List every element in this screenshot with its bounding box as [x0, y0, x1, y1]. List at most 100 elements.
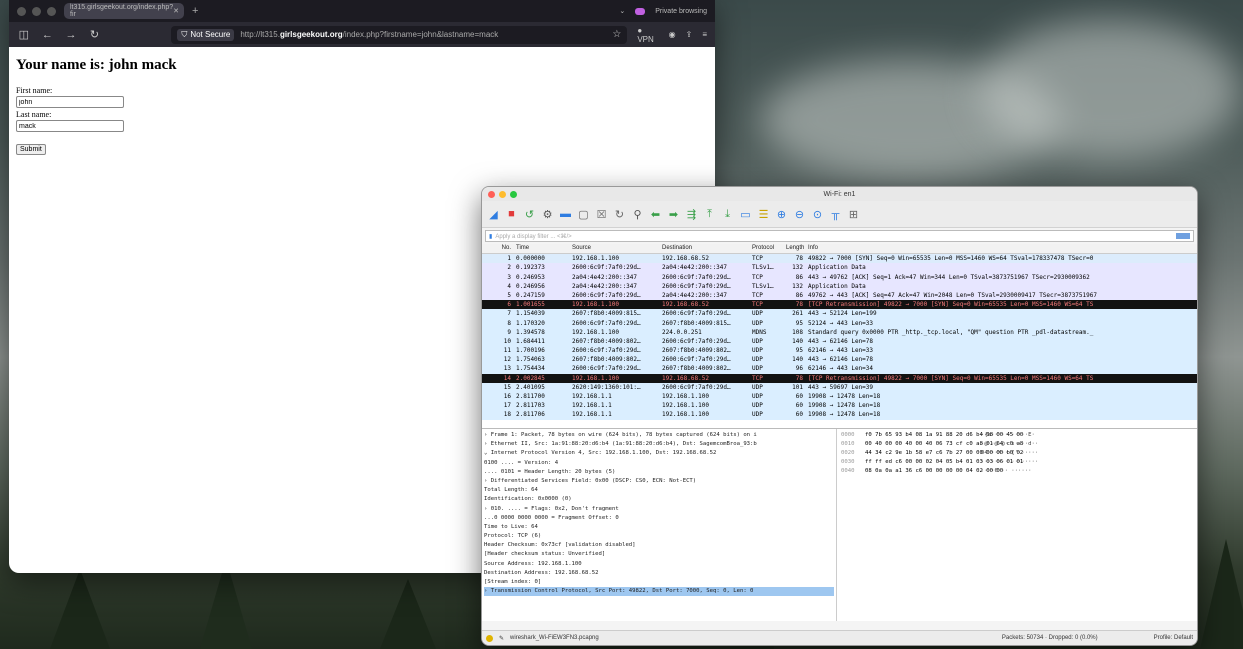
layout-icon[interactable]: ⊞	[846, 207, 861, 222]
detail-tree-item[interactable]: Header Checksum: 0x73cf [validation disa…	[484, 541, 834, 550]
vpn-button[interactable]: ● VPN	[637, 26, 658, 44]
autoscroll-icon[interactable]: ▭	[738, 207, 753, 222]
packet-row[interactable]: 16 2.811700 192.168.1.1 192.168.1.100 UDP 60 1…	[482, 392, 1197, 402]
detail-tree-item[interactable]: Total Length: 64	[484, 486, 834, 495]
filter-dropdown-button[interactable]	[1176, 233, 1190, 239]
account-icon[interactable]: ◉	[669, 30, 676, 39]
open-file-icon[interactable]: ▬	[558, 207, 573, 222]
bookmark-filter-icon[interactable]: ▮	[489, 233, 492, 240]
detail-tree-item[interactable]: 0100 .... = Version: 4	[484, 459, 834, 468]
last-name-input[interactable]	[16, 120, 124, 132]
shark-fin-start-icon[interactable]: ◢	[486, 207, 501, 222]
detail-tree-item[interactable]: › Differentiated Services Field: 0x00 (D…	[484, 477, 834, 486]
reload-file-icon[interactable]: ↻	[612, 207, 627, 222]
zoom-reset-icon[interactable]: ⊙	[810, 207, 825, 222]
packet-row[interactable]: 6 1.001655 192.168.1.100 192.168.68.52 TCP 78…	[482, 300, 1197, 310]
packet-row[interactable]: 11 1.700196 2600:6c9f:7af0:29d… 2607:f8b0:4…	[482, 346, 1197, 356]
capture-options-icon[interactable]: ⚙	[540, 207, 555, 222]
packet-row[interactable]: 17 2.811703 192.168.1.1 192.168.1.100 UDP 60 1…	[482, 401, 1197, 411]
packet-row[interactable]: 15 2.401095 2620:149:1360:101:… 2600:6c9f:7…	[482, 382, 1197, 392]
chevron-down-icon[interactable]: ⌄	[619, 7, 625, 15]
detail-tree-item[interactable]: .... 0101 = Header Length: 20 bytes (5)	[484, 468, 834, 477]
zoom-out-icon[interactable]: ⊖	[792, 207, 807, 222]
packet-details-tree[interactable]: › Frame 1: Packet, 78 bytes on wire (624…	[482, 429, 837, 621]
packet-row[interactable]: 12 1.754063 2607:f8b0:4009:802… 2600:6c9f:7…	[482, 355, 1197, 365]
detail-tree-item[interactable]: Source Address: 192.168.1.100	[484, 560, 834, 569]
column-header[interactable]: Info	[806, 244, 1197, 253]
detail-tree-item[interactable]: Destination Address: 192.168.68.52	[484, 569, 834, 578]
zoom-window-button[interactable]	[47, 6, 56, 16]
detail-tree-item[interactable]: Protocol: TCP (6)	[484, 532, 834, 541]
packet-row[interactable]: 13 1.754434 2600:6c9f:7af0:29d… 2607:f8b0:4…	[482, 364, 1197, 374]
detail-tree-item[interactable]: [Stream index: 0]	[484, 578, 834, 587]
first-name-input[interactable]	[16, 96, 124, 108]
packet-row[interactable]: 9 1.394578 192.168.1.100 224.0.0.251 MDNS 108…	[482, 327, 1197, 337]
detail-tree-item[interactable]: › Transmission Control Protocol, Src Por…	[484, 587, 834, 597]
zoom-window-button[interactable]	[510, 190, 517, 198]
packet-row[interactable]: 18 2.811706 192.168.1.1 192.168.1.100 UDP 60 1…	[482, 410, 1197, 420]
detail-tree-item[interactable]: ⌄ Internet Protocol Version 4, Src: 192.…	[484, 449, 834, 458]
colorize-icon[interactable]: ☰	[756, 207, 771, 222]
capture-comment-icon[interactable]: ✎	[499, 635, 504, 642]
back-button[interactable]: ←	[41, 29, 55, 41]
go-back-icon[interactable]: ⬅	[648, 207, 663, 222]
close-tab-icon[interactable]: ✕	[173, 7, 179, 15]
menu-icon[interactable]: ≡	[702, 30, 707, 39]
resize-columns-icon[interactable]: ╥	[828, 207, 843, 222]
packet-row[interactable]: 7 1.154039 2607:f8b0:4009:815… 2600:6c9f:7a…	[482, 309, 1197, 319]
close-window-button[interactable]	[488, 190, 495, 198]
close-window-button[interactable]	[17, 6, 26, 16]
packet-cell-info: 19908 → 12478 Len=18	[808, 411, 881, 419]
packet-row[interactable]: 8 1.170320 2600:6c9f:7af0:29d… 2607:f8b0:40…	[482, 318, 1197, 328]
browser-tab[interactable]: lt315.girlsgeekout.org/index.php?fir ✕	[64, 3, 184, 19]
sidebar-toggle-icon[interactable]: ◫	[17, 28, 31, 41]
column-header[interactable]: Protocol	[750, 244, 784, 253]
detail-tree-item[interactable]: [Header checksum status: Unverified]	[484, 550, 834, 559]
packet-list[interactable]: No. Time Source Destination Protocol Len…	[482, 244, 1197, 429]
address-bar[interactable]: ⛉ Not Secure http://lt315.girlsgeekout.o…	[171, 25, 628, 44]
stop-capture-icon[interactable]: ■	[504, 207, 519, 222]
packet-bytes-pane[interactable]: 0000 f0 7b 65 93 b4 08 1a 91 88 20 d6 b4 …	[837, 429, 1197, 621]
detail-tree-item[interactable]: › Ethernet II, Src: 1a:91:88:20:d6:b4 (1…	[484, 440, 834, 449]
not-secure-badge[interactable]: ⛉ Not Secure	[177, 28, 235, 41]
detail-tree-item[interactable]: Identification: 0x0000 (0)	[484, 495, 834, 504]
forward-button[interactable]: →	[64, 29, 78, 41]
column-header[interactable]: Time	[514, 244, 570, 253]
packet-cell-len: 78	[795, 374, 803, 382]
detail-tree-item[interactable]: Time to Live: 64	[484, 523, 834, 532]
find-packet-icon[interactable]: ⚲	[630, 207, 645, 222]
reload-button[interactable]: ↻	[88, 28, 102, 41]
packet-row[interactable]: 4 0.246956 2a04:4e42:200::347 2600:6c9f:7af…	[482, 281, 1197, 291]
minimize-window-button[interactable]	[32, 6, 41, 16]
go-first-icon[interactable]: ⤒	[702, 207, 717, 222]
packet-row[interactable]: 3 0.246953 2a04:4e42:200::347 2600:6c9f:7af…	[482, 272, 1197, 282]
save-file-icon[interactable]: ▢	[576, 207, 591, 222]
expert-info-icon[interactable]	[486, 634, 493, 642]
minimize-window-button[interactable]	[499, 190, 506, 198]
column-header[interactable]: Source	[570, 244, 660, 253]
go-forward-icon[interactable]: ➡	[666, 207, 681, 222]
share-icon[interactable]: ⇪	[686, 30, 693, 39]
go-to-packet-icon[interactable]: ⇶	[684, 207, 699, 222]
detail-tree-item[interactable]: ...0 0000 0000 0000 = Fragment Offset: 0	[484, 514, 834, 523]
go-last-icon[interactable]: ⤓	[720, 207, 735, 222]
packet-row[interactable]: 2 0.192373 2600:6c9f:7af0:29d… 2a04:4e42:20…	[482, 263, 1197, 273]
submit-button[interactable]: Submit	[16, 144, 46, 155]
bookmark-star-icon[interactable]: ☆	[612, 29, 621, 40]
column-header[interactable]: Length	[784, 244, 806, 253]
column-header[interactable]: No.	[482, 244, 514, 253]
zoom-in-icon[interactable]: ⊕	[774, 207, 789, 222]
column-header[interactable]: Destination	[660, 244, 750, 253]
packet-row[interactable]: 10 1.684411 2607:f8b0:4009:802… 2600:6c9f:7…	[482, 336, 1197, 347]
profile-label[interactable]: Profile: Default	[1154, 635, 1193, 641]
display-filter-input[interactable]: ▮ Apply a display filter ... <⌘/>	[485, 230, 1194, 242]
packet-row[interactable]: 14 2.002845 192.168.1.100 192.168.68.52 TCP 7…	[482, 373, 1197, 383]
detail-tree-item[interactable]: › Frame 1: Packet, 78 bytes on wire (624…	[484, 431, 834, 440]
packet-row[interactable]: 5 0.247159 2600:6c9f:7af0:29d… 2a04:4e42:20…	[482, 290, 1197, 301]
packet-row[interactable]: 1 0.000000 192.168.1.100 192.168.68.52 TCP 78…	[482, 254, 1197, 264]
close-file-icon[interactable]: ☒	[594, 207, 609, 222]
new-tab-button[interactable]: +	[192, 5, 198, 17]
detail-tree-item[interactable]: › 010. .... = Flags: 0x2, Don't fragment	[484, 505, 834, 514]
capture-file-name: wireshark_Wi-FiEW3FN3.pcapng	[510, 635, 599, 641]
restart-capture-icon[interactable]: ↺	[522, 207, 537, 222]
